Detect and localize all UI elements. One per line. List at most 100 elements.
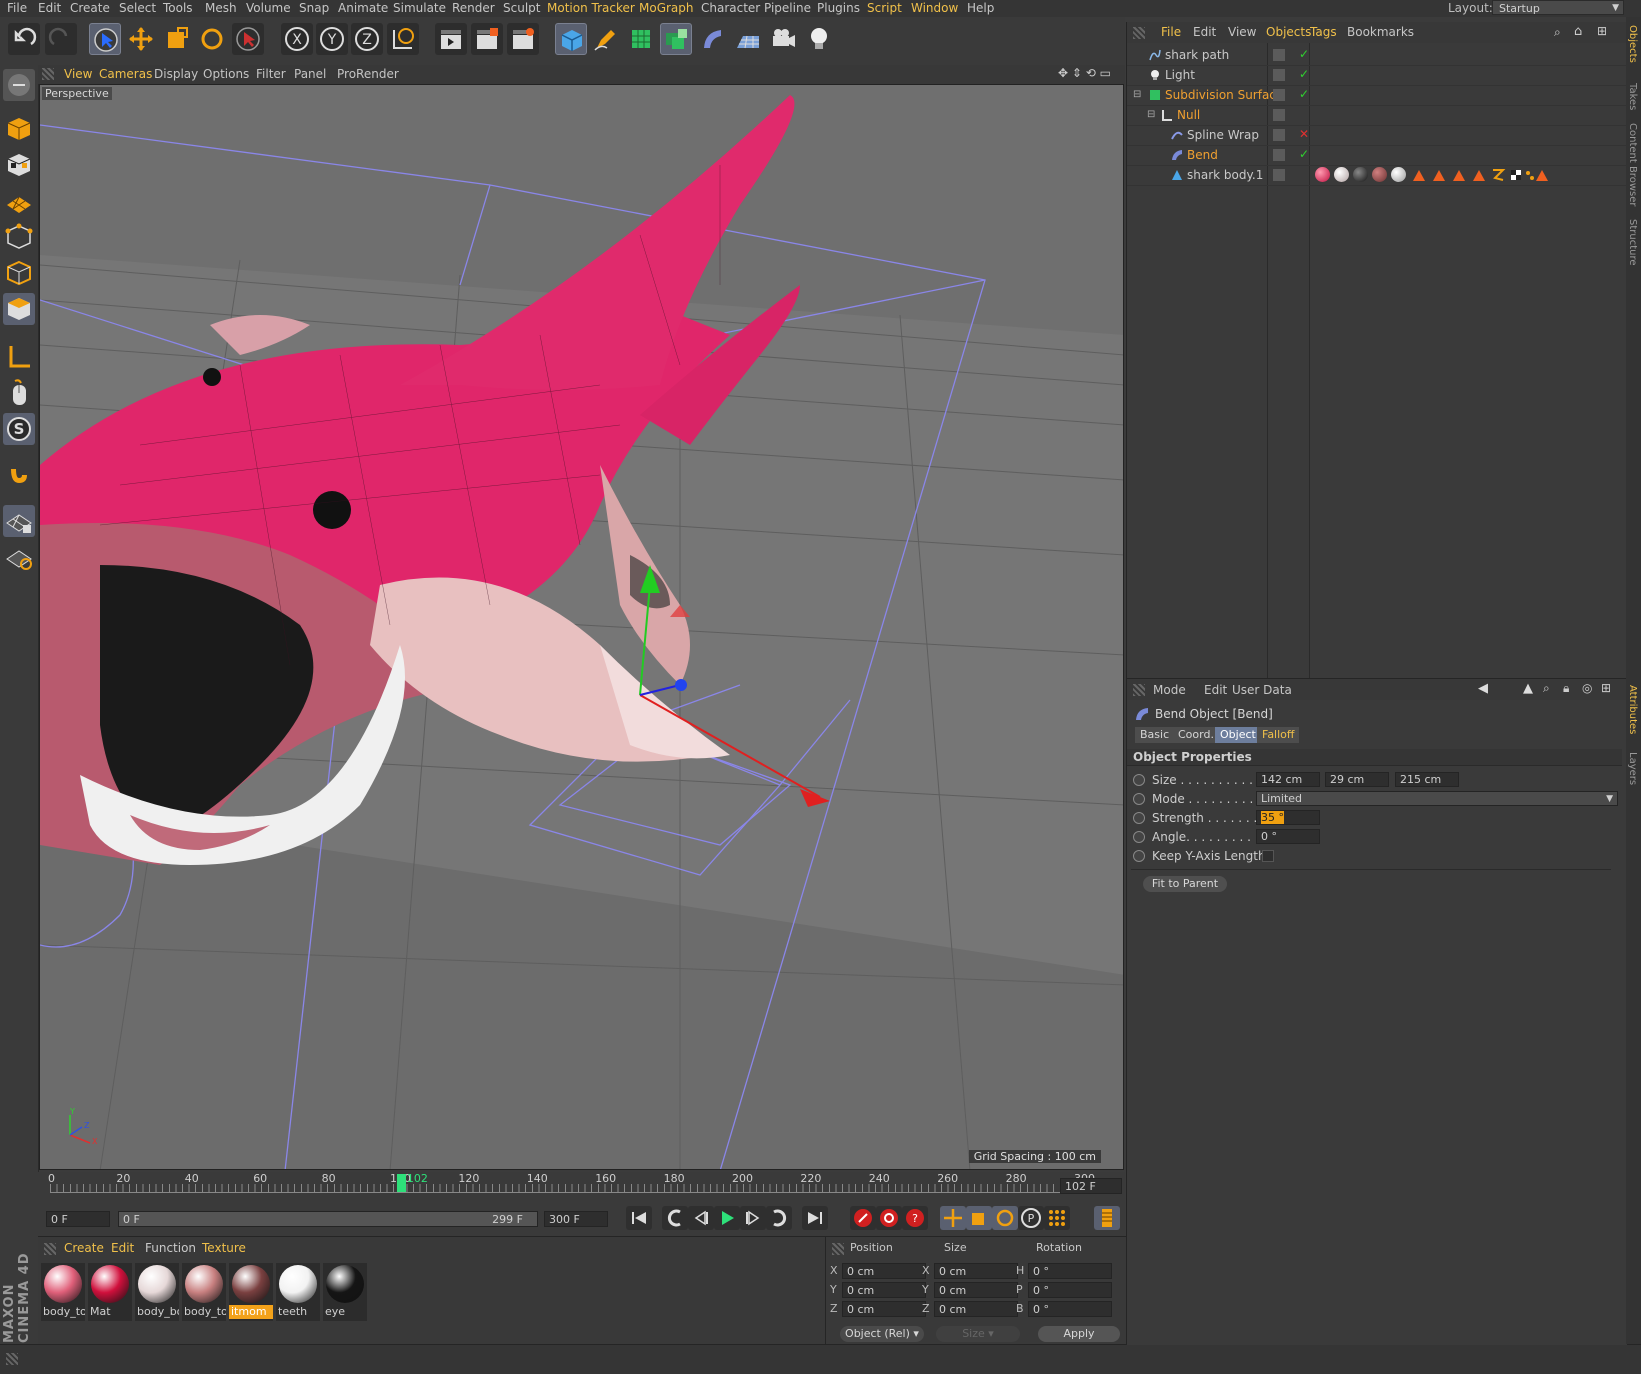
current-frame-field[interactable]: 102 F (1060, 1178, 1122, 1194)
recent-tool-button[interactable] (232, 23, 264, 55)
home-icon[interactable]: ⌂ (1574, 24, 1582, 39)
collapse-icon[interactable]: ⊟ (1147, 109, 1155, 120)
material-menu-function[interactable]: Function (145, 1241, 196, 1255)
layer-color-swatch[interactable] (1273, 69, 1285, 81)
object-row-light[interactable]: Light ✓ (1127, 65, 1627, 86)
coordinate-field[interactable]: 0 cm (934, 1263, 1018, 1279)
disabled-x-icon[interactable]: ✕ (1299, 127, 1309, 141)
play-button[interactable] (714, 1206, 740, 1230)
back-arrow-icon[interactable]: ◀ (1478, 681, 1488, 696)
menu-plugins[interactable]: Plugins (817, 1, 860, 15)
tab-falloff[interactable]: Falloff (1257, 727, 1300, 743)
animation-radio[interactable] (1133, 831, 1145, 843)
panel-grip-icon[interactable] (6, 1353, 18, 1365)
object-row-spline-wrap[interactable]: Spline Wrap ✕ (1127, 125, 1627, 146)
array-object-button[interactable] (660, 23, 692, 55)
end-frame-field[interactable]: 300 F (544, 1211, 608, 1227)
attributes-menu-edit[interactable]: Edit (1204, 683, 1227, 697)
edges-mode-button[interactable] (3, 257, 35, 289)
coordinate-mode-dropdown[interactable]: Object (Rel) ▾ (840, 1326, 924, 1342)
new-window-icon[interactable]: ⊞ (1597, 24, 1607, 38)
tab-coord[interactable]: Coord. (1173, 727, 1219, 743)
go-to-start-button[interactable] (626, 1206, 652, 1230)
menu-edit[interactable]: Edit (38, 1, 61, 15)
move-tool-button[interactable] (125, 23, 157, 55)
coordinate-field[interactable]: 0 cm (934, 1301, 1018, 1317)
material-swatch[interactable]: eye (323, 1263, 367, 1321)
size-x-field[interactable]: 142 cm (1256, 772, 1320, 787)
autokeying-button[interactable] (876, 1206, 902, 1230)
search-icon[interactable]: ⌕ (1543, 681, 1550, 696)
object-row-shark-path[interactable]: shark path ✓ (1127, 45, 1627, 66)
previous-key-button[interactable] (662, 1206, 688, 1230)
viewport-menu-panel[interactable]: Panel (294, 67, 326, 81)
object-row-bend[interactable]: Bend ✓ (1127, 145, 1627, 166)
animation-radio[interactable] (1133, 793, 1145, 805)
coordinate-field[interactable]: 0 cm (842, 1301, 926, 1317)
viewport-menu-cameras[interactable]: Cameras (99, 67, 152, 81)
locked-workplane-button[interactable] (3, 459, 35, 491)
camera-label[interactable]: Perspective (42, 87, 112, 100)
material-tag-icon[interactable] (1315, 167, 1330, 182)
workplane-lock-button[interactable] (3, 505, 35, 537)
render-view-button[interactable] (435, 23, 467, 55)
dock-tab-attributes[interactable]: Attributes (1627, 685, 1638, 734)
camera-object-button[interactable] (768, 23, 800, 55)
material-menu-texture[interactable]: Texture (202, 1241, 246, 1255)
object-row-shark-body[interactable]: shark body.1 (1127, 165, 1627, 186)
menu-animate[interactable]: Animate (338, 1, 388, 15)
menu-file[interactable]: File (7, 1, 27, 15)
coordinate-field[interactable]: 0 cm (934, 1282, 1018, 1298)
tab-object[interactable]: Object (1215, 727, 1261, 743)
animation-radio[interactable] (1133, 850, 1145, 862)
size-mode-dropdown[interactable]: Size ▾ (936, 1326, 1020, 1342)
z-axis-button[interactable]: Z (351, 23, 383, 55)
key-parameter-button[interactable]: P (1018, 1206, 1044, 1230)
key-rotation-button[interactable] (992, 1206, 1018, 1230)
x-axis-button[interactable]: X (281, 23, 313, 55)
viewport-menu-display[interactable]: Display (154, 67, 198, 81)
texture-mode-button[interactable] (3, 149, 35, 181)
tweak-mode-button[interactable] (3, 377, 35, 409)
material-swatch[interactable]: teeth (276, 1263, 320, 1321)
make-editable-button[interactable] (3, 69, 35, 101)
viewport-menu-prorender[interactable]: ProRender (337, 67, 399, 81)
start-frame-field[interactable]: 0 F (46, 1211, 110, 1227)
menu-help[interactable]: Help (967, 1, 994, 15)
dock-tab-structure[interactable]: Structure (1627, 219, 1638, 266)
material-swatch[interactable]: body_bo (135, 1263, 179, 1321)
dock-tab-content-browser[interactable]: Content Browser (1627, 123, 1638, 206)
angle-field[interactable]: 0 ° (1256, 829, 1320, 844)
panel-grip-icon[interactable] (42, 68, 54, 80)
search-icon[interactable]: ⌕ (1554, 25, 1561, 40)
material-swatch[interactable]: itmom (229, 1263, 273, 1321)
polygons-mode-button[interactable] (3, 293, 35, 325)
apply-button[interactable]: Apply (1038, 1326, 1120, 1342)
collapse-icon[interactable]: ⊟ (1133, 89, 1141, 100)
render-settings-button[interactable] (507, 23, 539, 55)
panel-grip-icon[interactable] (1133, 684, 1145, 696)
enabled-check-icon[interactable]: ✓ (1299, 147, 1309, 161)
record-active-objects-button[interactable] (850, 1206, 876, 1230)
material-menu-create[interactable]: Create (64, 1241, 104, 1255)
menu-sculpt[interactable]: Sculpt (503, 1, 540, 15)
coordinate-field[interactable]: 0 cm (842, 1282, 926, 1298)
key-scale-button[interactable] (966, 1206, 992, 1230)
menu-create[interactable]: Create (70, 1, 110, 15)
material-tag-icon[interactable] (1353, 167, 1368, 182)
menu-motion-tracker[interactable]: Motion Tracker (547, 1, 635, 15)
previous-frame-button[interactable] (688, 1206, 714, 1230)
dock-tab-layers[interactable]: Layers (1627, 752, 1638, 785)
timeline-window-button[interactable] (1094, 1206, 1120, 1230)
objects-menu-tags[interactable]: Tags (1310, 25, 1337, 39)
menu-window[interactable]: Window (911, 1, 958, 15)
preview-range-slider[interactable]: 0 F 299 F (118, 1211, 538, 1227)
menu-volume[interactable]: Volume (246, 1, 291, 15)
attributes-menu-user-data[interactable]: User Data (1232, 683, 1292, 697)
playhead[interactable] (396, 1174, 406, 1192)
axis-mode-button[interactable] (3, 341, 35, 373)
layer-color-swatch[interactable] (1273, 109, 1285, 121)
menu-mesh[interactable]: Mesh (205, 1, 237, 15)
next-frame-button[interactable] (740, 1206, 766, 1230)
3d-viewport[interactable]: Y Z X Perspective Grid Spacing : 100 cm (39, 84, 1124, 1170)
